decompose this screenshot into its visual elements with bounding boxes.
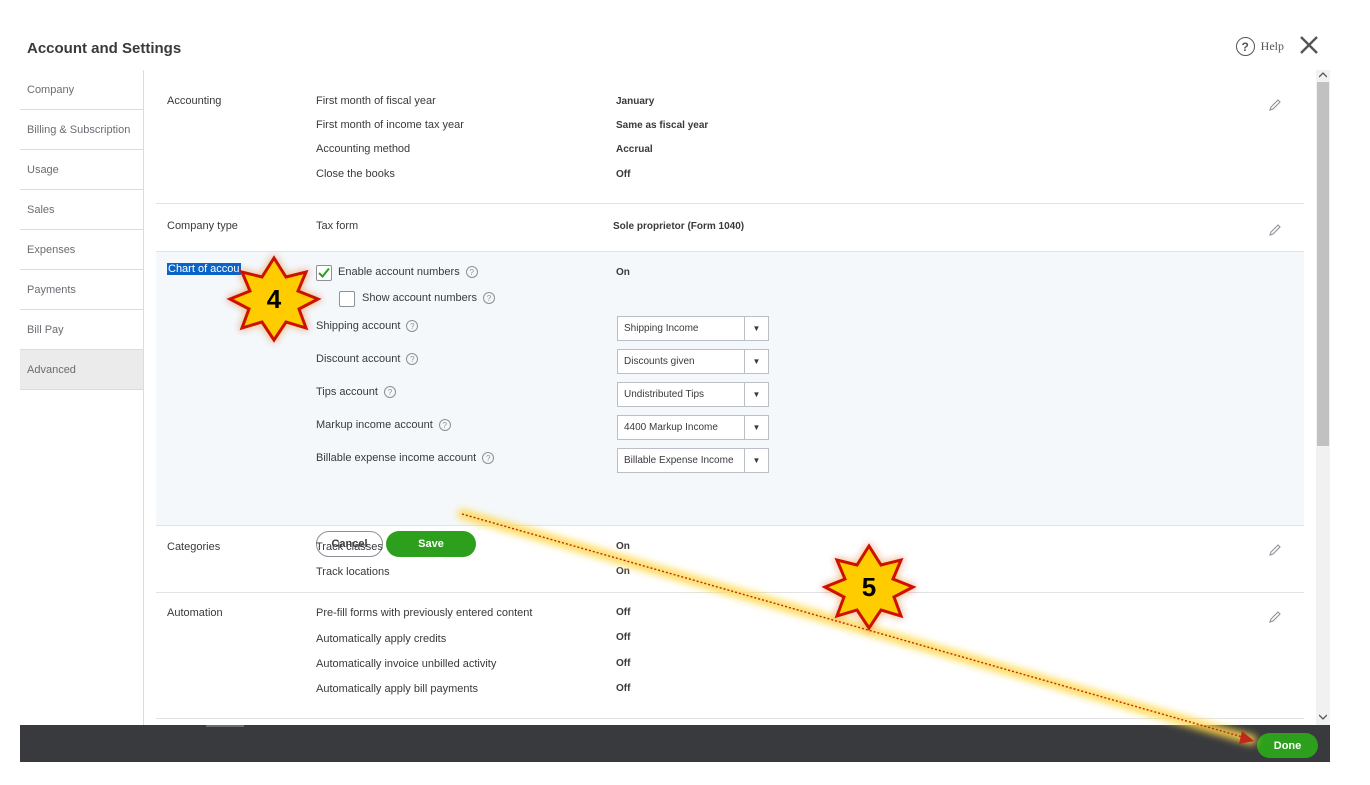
- sidebar-item-expenses[interactable]: Expenses: [20, 230, 143, 270]
- setting-value: Off: [616, 683, 631, 694]
- checkmark-icon: [318, 267, 330, 278]
- edit-pencil-icon[interactable]: [1268, 610, 1282, 624]
- sidebar-item-bill-pay[interactable]: Bill Pay: [20, 310, 143, 350]
- sidebar-item-billing[interactable]: Billing & Subscription: [20, 110, 143, 150]
- enable-account-numbers-checkbox[interactable]: [316, 265, 332, 281]
- help-label: Help: [1260, 39, 1284, 53]
- settings-content: Accounting First month of fiscal year Ja…: [156, 70, 1304, 726]
- setting-value: On: [616, 541, 630, 552]
- setting-label: First month of income tax year: [316, 119, 464, 131]
- help-question-icon[interactable]: ?: [482, 292, 495, 305]
- section-title: Accounting: [167, 95, 222, 107]
- setting-label: Discount account?: [316, 353, 419, 366]
- help-question-icon[interactable]: ?: [406, 320, 419, 333]
- sidebar-item-company[interactable]: Company: [20, 70, 143, 110]
- help-question-icon[interactable]: ?: [406, 353, 419, 366]
- setting-label: Tax form: [316, 220, 359, 232]
- dropdown-arrow-icon[interactable]: ▼: [744, 383, 768, 406]
- settings-sidebar: Company Billing & Subscription Usage Sal…: [20, 70, 144, 726]
- checkbox-label: Enable account numbers?: [338, 266, 478, 279]
- shipping-account-select[interactable]: Shipping Income ▼: [617, 316, 769, 341]
- setting-label: Accounting method: [316, 143, 411, 155]
- help-question-icon[interactable]: ?: [438, 419, 451, 432]
- company-type-section[interactable]: Company type Tax form Sole proprietor (F…: [156, 204, 1304, 252]
- dropdown-arrow-icon[interactable]: ▼: [744, 317, 768, 340]
- sidebar-item-label: Expenses: [27, 243, 76, 256]
- sidebar-item-label: Usage: [27, 163, 59, 176]
- close-icon[interactable]: [1298, 34, 1320, 56]
- sidebar-item-label: Billing & Subscription: [27, 123, 131, 136]
- sidebar-item-label: Company: [27, 83, 75, 96]
- automation-section[interactable]: Automation Pre-fill forms with previousl…: [156, 593, 1304, 719]
- sidebar-item-usage[interactable]: Usage: [20, 150, 143, 190]
- help-question-icon[interactable]: ?: [465, 266, 478, 279]
- show-account-numbers-checkbox[interactable]: [339, 291, 355, 307]
- dropdown-arrow-icon[interactable]: ▼: [744, 350, 768, 373]
- sidebar-item-payments[interactable]: Payments: [20, 270, 143, 310]
- setting-value: Sole proprietor (Form 1040): [613, 221, 745, 232]
- dropdown-arrow-icon[interactable]: ▼: [744, 449, 768, 472]
- setting-value: On: [616, 267, 630, 278]
- setting-value: Off: [616, 607, 631, 618]
- scroll-up-icon[interactable]: [1319, 72, 1327, 78]
- dialog-footer: Done: [20, 725, 1330, 762]
- setting-value: Off: [616, 632, 631, 643]
- categories-section[interactable]: Categories Track classes On Track locati…: [156, 526, 1304, 593]
- edit-pencil-icon[interactable]: [1268, 98, 1282, 112]
- setting-label: Automatically invoice unbilled activity: [316, 658, 497, 670]
- edit-pencil-icon[interactable]: [1268, 223, 1282, 237]
- sidebar-item-sales[interactable]: Sales: [20, 190, 143, 230]
- setting-label: First month of fiscal year: [316, 95, 436, 107]
- section-title-selected: Chart of accou: [167, 263, 241, 275]
- setting-label: Automatically apply credits: [316, 633, 447, 645]
- section-title: Automation: [167, 607, 223, 619]
- select-value: Shipping Income: [624, 323, 699, 334]
- sidebar-item-label: Payments: [27, 283, 76, 296]
- setting-label: Tips account?: [316, 386, 396, 399]
- help-question-icon[interactable]: ?: [383, 386, 396, 399]
- help-icon: ?: [1235, 37, 1255, 56]
- setting-label: Shipping account?: [316, 320, 419, 333]
- dialog-title: Account and Settings: [27, 40, 182, 57]
- discount-account-select[interactable]: Discounts given ▼: [617, 349, 769, 374]
- markup-income-account-select[interactable]: 4400 Markup Income ▼: [617, 415, 769, 440]
- select-value: Undistributed Tips: [624, 389, 705, 400]
- sidebar-item-label: Bill Pay: [27, 323, 64, 336]
- section-title: Company type: [167, 220, 238, 232]
- setting-label: Track classes: [316, 541, 383, 553]
- setting-label: Automatically apply bill payments: [316, 683, 479, 695]
- accounting-section[interactable]: Accounting First month of fiscal year Ja…: [156, 81, 1304, 204]
- help-question-icon[interactable]: ?: [482, 452, 495, 465]
- setting-value: January: [616, 96, 655, 107]
- sidebar-item-advanced[interactable]: Advanced: [20, 350, 143, 390]
- setting-label: Billable expense income account?: [316, 452, 495, 465]
- setting-label: Markup income account?: [316, 419, 451, 432]
- setting-value: Off: [616, 169, 631, 180]
- setting-value: Accrual: [616, 144, 653, 155]
- setting-value: Same as fiscal year: [616, 120, 709, 131]
- setting-value: Off: [616, 658, 631, 669]
- settings-dialog: Account and Settings ? Help Company Bill…: [20, 26, 1330, 762]
- edit-pencil-icon[interactable]: [1268, 543, 1282, 557]
- billable-expense-income-account-select[interactable]: Billable Expense Income ▼: [617, 448, 769, 473]
- setting-value: On: [616, 566, 630, 577]
- sidebar-item-label: Sales: [27, 203, 55, 216]
- select-value: Billable Expense Income: [624, 455, 734, 466]
- setting-label: Close the books: [316, 168, 395, 180]
- scrollbar-thumb[interactable]: [1317, 82, 1329, 446]
- dropdown-arrow-icon[interactable]: ▼: [744, 416, 768, 439]
- checkbox-label: Show account numbers?: [362, 292, 495, 305]
- scroll-down-icon[interactable]: [1319, 714, 1327, 720]
- tips-account-select[interactable]: Undistributed Tips ▼: [617, 382, 769, 407]
- section-title: Categories: [167, 541, 221, 553]
- select-value: Discounts given: [624, 356, 695, 367]
- footer-divider: [206, 725, 244, 727]
- setting-label: Pre-fill forms with previously entered c…: [316, 607, 533, 619]
- setting-label: Track locations: [316, 566, 390, 578]
- sidebar-item-label: Advanced: [27, 363, 76, 376]
- select-value: 4400 Markup Income: [624, 422, 718, 433]
- help-link[interactable]: ? Help: [1235, 37, 1284, 56]
- done-button[interactable]: Done: [1257, 733, 1318, 758]
